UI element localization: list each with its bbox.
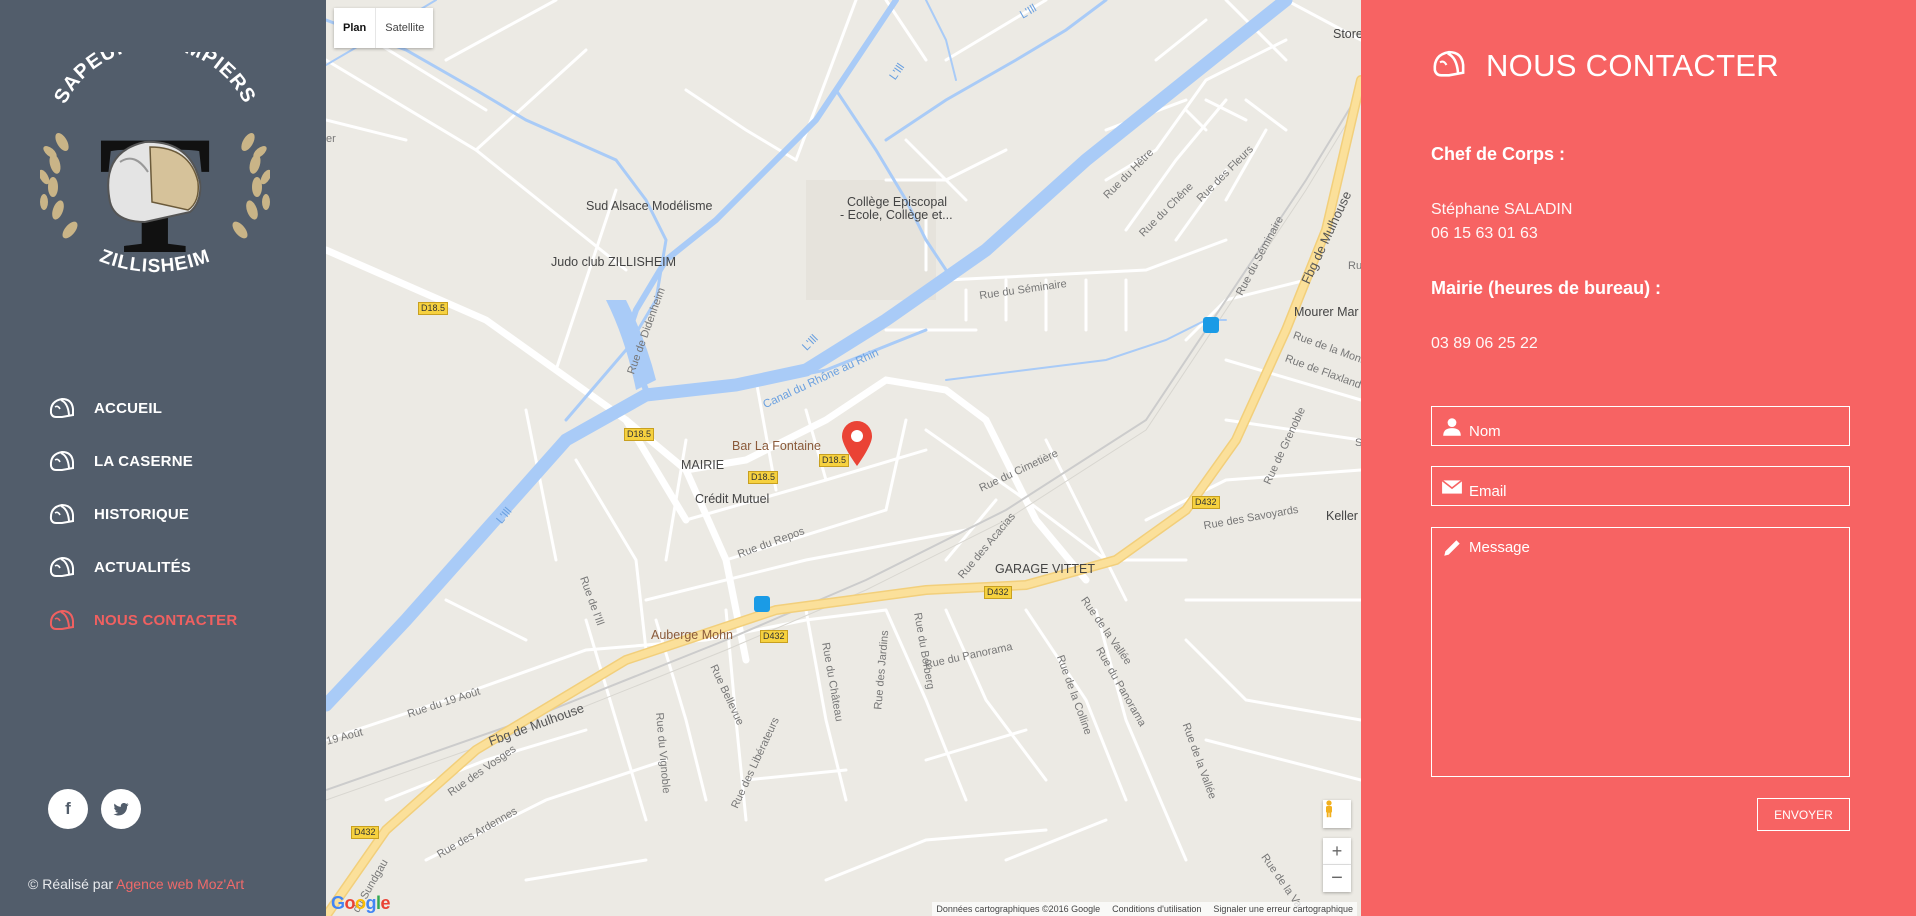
laurel-left-icon [40, 132, 78, 239]
zoom-in-button[interactable]: + [1323, 838, 1351, 865]
map-label: Ru [1348, 260, 1361, 272]
road-shield: D18.5 [819, 454, 850, 467]
helmet-icon [1433, 50, 1465, 77]
helmet-icon [49, 609, 74, 630]
nav-item-nous-contacter[interactable]: NOUS CONTACTER [48, 594, 237, 647]
sidebar: SAPEURS POMPIERS T [0, 0, 326, 916]
contact-panel: NOUS CONTACTER Chef de Corps : Stéphane … [1361, 0, 1916, 916]
road-shield: D432 [760, 630, 788, 643]
nav-item-actualites[interactable]: ACTUALITÉS [48, 541, 237, 594]
map-label: - Ecole, Collège et... [840, 208, 953, 222]
map-label: Mourer Mar [1294, 305, 1359, 319]
name-field-wrapper [1431, 406, 1850, 446]
nav-label: LA CASERNE [94, 453, 193, 470]
map-label: Crédit Mutuel [695, 492, 770, 506]
bus-stop-icon[interactable] [754, 596, 770, 612]
agency-link[interactable]: Agence web Moz'Art [116, 876, 244, 892]
page-title: NOUS CONTACTER [1486, 48, 1779, 83]
mairie-phone: 03 89 06 25 22 [1431, 335, 1538, 352]
nav-item-accueil[interactable]: ACCUEIL [48, 382, 237, 435]
map-type-plan[interactable]: Plan [334, 8, 377, 48]
helmet-icon [49, 397, 74, 418]
chef-name: Stéphane SALADIN [1431, 201, 1573, 218]
map-label: Keller L [1326, 509, 1361, 523]
envelope-icon [1441, 479, 1463, 494]
twitter-icon[interactable] [101, 789, 141, 829]
pencil-icon [1444, 540, 1460, 556]
road-shield: D432 [351, 826, 379, 839]
map-label: MAIRIE [681, 458, 725, 472]
map-data-credit: Données cartographiques ©2016 Google [936, 904, 1101, 914]
user-icon [1443, 418, 1461, 436]
map-label: GARAGE VITTET [995, 562, 1096, 576]
helmet-icon [49, 503, 74, 524]
google-logo: Google [331, 893, 391, 913]
logo-top-text: SAPEURS POMPIERS [50, 52, 259, 107]
zoom-out-button[interactable]: − [1323, 865, 1351, 892]
street-view-pegman-icon[interactable] [1323, 800, 1351, 828]
nav-label: ACTUALITÉS [94, 559, 191, 576]
road-shield: D18.5 [748, 471, 779, 484]
road-shield: D432 [1192, 496, 1220, 509]
chef-heading: Chef de Corps : [1431, 144, 1566, 164]
map-label: Auberge Mohn [651, 628, 734, 642]
road-shield: D18.5 [418, 302, 449, 315]
nav-label: ACCUEIL [94, 400, 163, 417]
svg-text:SAPEURS POMPIERS: SAPEURS POMPIERS [50, 52, 260, 107]
footer-credit: © Réalisé par Agence web Moz'Art [28, 876, 244, 892]
helmet-icon [49, 556, 74, 577]
fire-brigade-logo[interactable]: SAPEURS POMPIERS T [40, 52, 270, 302]
report-error-link[interactable]: Signaler une erreur cartographique [1213, 904, 1353, 914]
message-field[interactable] [1469, 528, 1849, 776]
chef-phone: 06 15 63 01 63 [1431, 225, 1538, 242]
message-field-wrapper [1431, 527, 1850, 777]
map-label: Bar La Fontaine [732, 439, 821, 453]
nav-item-historique[interactable]: HISTORIQUE [48, 488, 237, 541]
map-label: er [326, 133, 336, 145]
map-label: Collège Episcopal [847, 195, 948, 209]
helmet-icon [49, 450, 74, 471]
social-links: f [48, 789, 141, 829]
email-field[interactable] [1469, 467, 1849, 505]
road-shield: D18.5 [624, 428, 655, 441]
nav-label: NOUS CONTACTER [94, 612, 238, 629]
google-map[interactable]: Plan Satellite Sud Alsace Modélisme Judo… [326, 0, 1361, 916]
credit-prefix: © Réalisé par [28, 876, 114, 892]
map-type-control: Plan Satellite [334, 8, 434, 48]
facebook-icon[interactable]: f [48, 789, 88, 829]
map-label: Judo club ZILLISHEIM [551, 255, 677, 269]
main-nav: ACCUEIL LA CASERNE HISTORIQUE ACTUALITÉS… [48, 382, 237, 647]
name-field[interactable] [1469, 407, 1849, 445]
map-label: Sud Alsace Modélisme [586, 199, 713, 213]
submit-button[interactable]: ENVOYER [1757, 798, 1850, 831]
map-type-satellite[interactable]: Satellite [376, 8, 433, 48]
email-field-wrapper [1431, 466, 1850, 506]
bus-stop-icon[interactable] [1203, 317, 1219, 333]
nav-item-la-caserne[interactable]: LA CASERNE [48, 435, 237, 488]
nav-label: HISTORIQUE [94, 506, 190, 523]
terms-link[interactable]: Conditions d'utilisation [1112, 904, 1201, 914]
map-label: Store [1333, 27, 1361, 41]
mairie-heading: Mairie (heures de bureau) : [1431, 278, 1662, 298]
laurel-right-icon [232, 132, 270, 239]
road-shield: D432 [984, 586, 1012, 599]
map-attribution: Données cartographiques ©2016 Google Con… [932, 902, 1357, 916]
